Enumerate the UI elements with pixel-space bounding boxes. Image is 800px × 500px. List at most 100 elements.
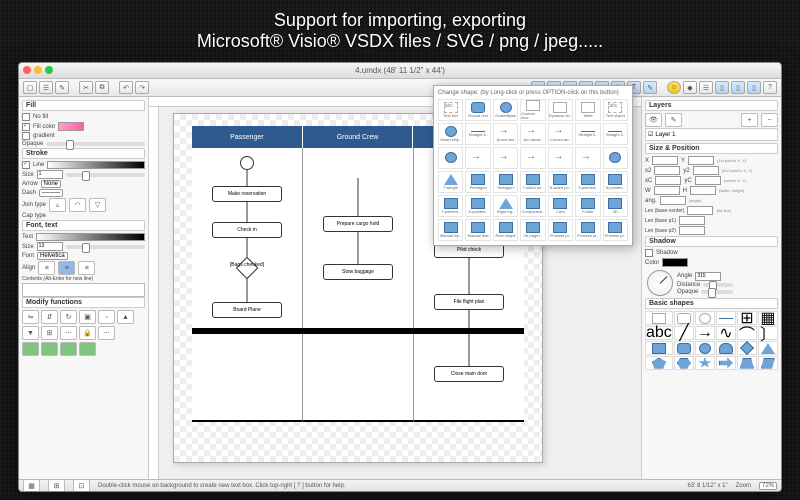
layer-remove-button[interactable]: −	[761, 113, 778, 127]
shape-option-9[interactable]: →Arrow line	[493, 123, 518, 145]
fill-opacity-slider[interactable]	[46, 142, 145, 146]
shape-option-2[interactable]: Oval/ellipse	[493, 99, 518, 121]
align-tools-button[interactable]: ⊞	[41, 326, 58, 340]
layer-visible-icon[interactable]: 👁	[645, 113, 662, 127]
decision-bags[interactable]	[236, 257, 259, 280]
shape-option-14[interactable]	[438, 147, 463, 169]
shadow-angle-field[interactable]: 315	[695, 272, 721, 281]
stroke-size-slider[interactable]	[66, 173, 145, 177]
shape-option-4[interactable]: Dynamic sh..	[548, 99, 573, 121]
shape-option-12[interactable]: Straight li..	[575, 123, 600, 145]
shape-option-6[interactable]: abcText object	[603, 99, 628, 121]
bshape-fill-round[interactable]	[674, 341, 694, 355]
new-doc-button[interactable]: ▢	[23, 81, 37, 94]
panel-toggle-2[interactable]: ▯	[731, 81, 745, 94]
bshape-fill-ell[interactable]	[695, 341, 715, 355]
shape-option-19[interactable]: →	[575, 147, 600, 169]
shape-option-27[interactable]: 6-pointed..	[603, 171, 628, 193]
minimize-icon[interactable]	[34, 66, 42, 74]
line-color-picker[interactable]	[47, 161, 145, 169]
shape-option-15[interactable]: →	[465, 147, 490, 169]
shape-option-32[interactable]: Card	[548, 195, 573, 217]
h-field[interactable]	[690, 186, 716, 195]
bshape-diag[interactable]: ╱	[674, 326, 694, 340]
bshape-para[interactable]	[758, 356, 778, 370]
text-contents-field[interactable]	[22, 283, 145, 297]
bshape-arrow-right[interactable]	[716, 356, 736, 370]
bshape-fill-cyl[interactable]	[716, 341, 736, 355]
shape-option-22[interactable]: Pentagon	[465, 171, 490, 193]
add-shape-1[interactable]	[22, 342, 39, 356]
x-field[interactable]	[652, 156, 678, 165]
snap-toggle-button[interactable]: ⊡	[73, 479, 90, 493]
close-icon[interactable]	[23, 66, 31, 74]
y-field[interactable]	[688, 156, 714, 165]
fontsize-slider[interactable]	[66, 245, 145, 249]
panel-toggle-1[interactable]: ▯	[715, 81, 729, 94]
flip-v-button[interactable]: ⇵	[41, 310, 58, 324]
bshape-hex[interactable]	[674, 356, 694, 370]
ungroup-button[interactable]: ▫	[98, 310, 115, 324]
layers-button[interactable]: ☱	[699, 81, 713, 94]
fillcolor-swatch[interactable]	[58, 122, 84, 131]
shapes-lib-button[interactable]: ◆	[683, 81, 697, 94]
add-shape-4[interactable]	[79, 342, 96, 356]
text-color-picker[interactable]	[36, 233, 145, 241]
bshape-fill-rect[interactable]	[645, 341, 673, 355]
open-button[interactable]: ☰	[39, 81, 53, 94]
angle-field[interactable]	[660, 196, 686, 205]
layer-add-button[interactable]: +	[741, 113, 758, 127]
shape-option-8[interactable]: Straight li..	[465, 123, 490, 145]
shadow-distance-slider[interactable]	[703, 283, 733, 287]
more-button[interactable]: ⋯	[98, 326, 115, 340]
align-left-button[interactable]: ≡	[38, 261, 55, 275]
layer-lock-icon[interactable]: ✎	[665, 113, 682, 127]
shape-option-0[interactable]: abcText box	[438, 99, 463, 121]
bshape-diamond[interactable]	[737, 341, 757, 355]
shape-option-7[interactable]: Smart ellip..	[438, 123, 463, 145]
shape-option-36[interactable]: Manual feat	[465, 219, 490, 241]
shape-option-18[interactable]: →	[548, 147, 573, 169]
node-check-in[interactable]: Check in	[212, 222, 282, 238]
shape-option-20[interactable]	[603, 147, 628, 169]
x2-field[interactable]	[654, 166, 680, 175]
bshape-pent[interactable]	[645, 356, 673, 370]
back-button[interactable]: ▼	[22, 326, 39, 340]
shadow-color-swatch[interactable]	[662, 258, 688, 267]
node-file-flight-plan[interactable]: File flight plan	[434, 294, 504, 310]
join-bevel[interactable]: ▽	[89, 198, 106, 212]
shape-option-39[interactable]: Process pr..	[548, 219, 573, 241]
copy-button[interactable]: ⧉	[95, 81, 109, 94]
distribute-button[interactable]: ⋯	[60, 326, 77, 340]
shadow-checkbox[interactable]	[645, 249, 653, 257]
undo-button[interactable]: ↶	[119, 81, 133, 94]
shadow-opacity-slider[interactable]	[701, 290, 733, 294]
shadow-angle-wheel[interactable]	[647, 270, 673, 296]
shape-option-29[interactable]: 8-pointed..	[465, 195, 490, 217]
bshape-trap[interactable]	[737, 356, 757, 370]
shape-option-10[interactable]: →Arc arrow..	[520, 123, 545, 145]
tool-pen[interactable]: ✎	[643, 81, 657, 94]
fontsize-field[interactable]: 13	[37, 242, 63, 251]
layer-row-1[interactable]: ☑Layer 1	[645, 128, 778, 141]
shape-option-26[interactable]: 5-pointed..	[575, 171, 600, 193]
shape-option-13[interactable]: Straight li..	[603, 123, 628, 145]
shape-option-3[interactable]: Custom sha..	[520, 99, 545, 121]
join-miter[interactable]: ▵	[49, 198, 66, 212]
help-button[interactable]: ?	[763, 81, 777, 94]
nofill-checkbox[interactable]	[22, 113, 30, 121]
bshape-bracket[interactable]: 〕	[758, 326, 778, 340]
node-close-door[interactable]: Close main door	[434, 366, 504, 382]
start-node[interactable]	[240, 156, 254, 170]
shape-option-28[interactable]: 7-pointed..	[438, 195, 463, 217]
bshape-arc[interactable]: ⌒	[737, 326, 757, 340]
line-checkbox[interactable]	[22, 161, 30, 169]
shape-option-40[interactable]: Process pr..	[575, 219, 600, 241]
node-prepare-cargo[interactable]: Prepare cargo hold	[323, 216, 393, 232]
shape-option-17[interactable]: →	[520, 147, 545, 169]
cut-button[interactable]: ✂	[79, 81, 93, 94]
shape-option-1[interactable]: Round rect	[465, 99, 490, 121]
lock-button[interactable]: 🔒	[79, 326, 96, 340]
shape-option-24[interactable]: 7-sided po..	[520, 171, 545, 193]
bshape-curve[interactable]: ∿	[716, 326, 736, 340]
